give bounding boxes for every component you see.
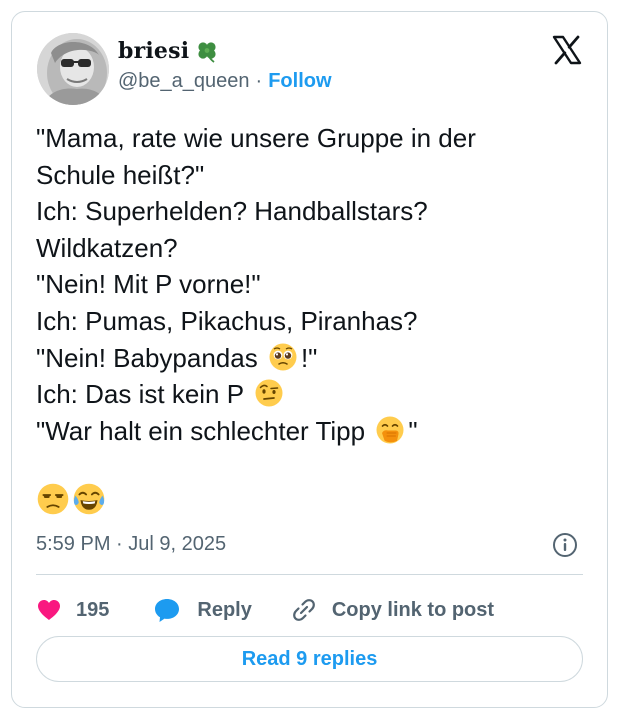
reply-button[interactable]: Reply — [153, 597, 252, 623]
reply-label: Reply — [197, 598, 252, 621]
tweet-timestamp[interactable]: 5:59 PM · Jul 9, 2025 — [36, 533, 226, 556]
trailing-emoji-row — [36, 482, 106, 516]
avatar-image — [37, 33, 109, 105]
tweet-line: Schule heißt?" — [36, 159, 205, 190]
read-replies-label: Read 9 replies — [241, 647, 378, 670]
copy-link-button[interactable]: Copy link to post — [290, 596, 494, 624]
author-name-row: briesi — [118, 38, 219, 64]
divider — [36, 574, 583, 575]
tweet-line: Ich: Das ist kein P — [36, 376, 596, 413]
face-with-raised-eyebrow-icon — [254, 378, 284, 408]
reply-bubble-icon — [153, 597, 181, 623]
like-count: 195 — [76, 598, 110, 621]
like-button[interactable]: 195 — [36, 598, 109, 622]
heart-icon — [36, 598, 62, 622]
tweet-line: Wildkatzen? — [36, 232, 178, 263]
follow-button[interactable]: Follow — [268, 70, 331, 93]
tweet-card: briesi @be_a_queen · Follow "Mama, rate … — [11, 11, 608, 708]
face-with-hand-over-mouth-icon — [375, 415, 405, 445]
separator-dot: · — [255, 70, 263, 92]
tweet-text-segment: " — [408, 415, 418, 446]
tweet-text-segment: Ich: Das ist kein P — [36, 379, 244, 410]
tweet-line: Ich: Superhelden? Handballstars? — [36, 196, 428, 227]
tweet-line: "Nein! Babypandas !" — [36, 340, 596, 377]
tweet-line: "War halt ein schlechter Tipp " — [36, 413, 596, 450]
x-logo-icon[interactable] — [552, 35, 582, 65]
tweet-text: "Mama, rate wie unsere Gruppe in der Sch… — [36, 120, 596, 449]
copy-link-label: Copy link to post — [331, 598, 495, 621]
action-bar: 195 Reply Copy link to post — [36, 590, 494, 630]
tweet-line: "Nein! Mit P vorne!" — [36, 269, 261, 300]
author-handle-row: @be_a_queen · Follow — [118, 70, 332, 93]
tweet-text-segment: !" — [300, 342, 318, 373]
link-icon — [290, 596, 318, 624]
tweet-line: Ich: Pumas, Pikachus, Piranhas? — [36, 305, 418, 336]
tweet-line: "Mama, rate wie unsere Gruppe in der — [36, 123, 476, 153]
author-handle[interactable]: @be_a_queen — [118, 70, 250, 93]
author-display-name[interactable]: briesi — [118, 38, 189, 64]
read-replies-button[interactable]: Read 9 replies — [36, 636, 583, 682]
face-with-tears-of-joy-icon — [72, 482, 106, 516]
pleading-face-icon — [268, 342, 298, 372]
avatar[interactable] — [37, 33, 109, 105]
tweet-text-segment: "War halt ein schlechter Tipp — [36, 415, 366, 446]
info-icon[interactable] — [551, 531, 579, 559]
four-leaf-clover-icon — [195, 39, 219, 63]
tweet-text-segment: "Nein! Babypandas — [36, 342, 258, 373]
unamused-face-icon — [36, 482, 70, 516]
